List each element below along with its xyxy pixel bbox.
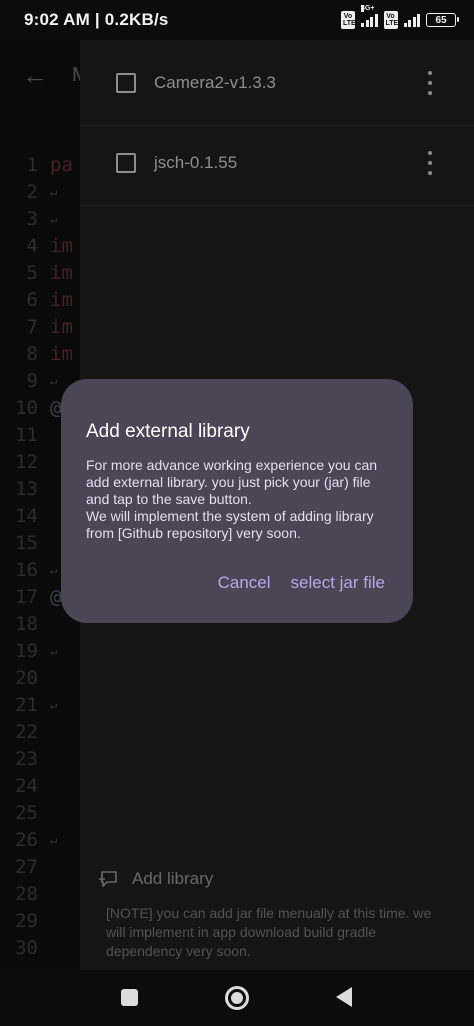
status-bar: 9:02 AM | 0.2KB/s Vo LTE 4G+ Vo LTE 65: [0, 0, 474, 40]
dialog-body-paragraph-1: For more advance working experience you …: [86, 457, 378, 507]
select-jar-file-button[interactable]: select jar file: [291, 573, 385, 593]
battery-icon: 65: [426, 13, 459, 27]
volte-icon-2: Vo LTE: [383, 11, 399, 29]
home-icon[interactable]: [225, 986, 249, 1010]
network-type-label: 4G+: [361, 4, 375, 12]
cancel-button[interactable]: Cancel: [218, 573, 271, 593]
dialog-actions: Cancel select jar file: [218, 573, 385, 593]
battery-level: 65: [435, 14, 447, 26]
status-time-speed: 9:02 AM | 0.2KB/s: [24, 10, 169, 29]
add-external-library-dialog: Add external library For more advance wo…: [61, 379, 413, 623]
signal-icon: 4G+: [361, 4, 378, 27]
dialog-title: Add external library: [86, 421, 250, 442]
volte-icon: Vo LTE: [341, 11, 356, 29]
recents-icon[interactable]: [121, 989, 138, 1006]
dialog-body-paragraph-2: We will implement the system of adding l…: [86, 508, 374, 541]
signal-icon-2: [403, 13, 420, 27]
system-navigation-bar: [0, 970, 474, 1026]
status-icons: Vo LTE 4G+ Vo LTE 65: [341, 4, 459, 29]
back-icon[interactable]: [336, 987, 352, 1007]
